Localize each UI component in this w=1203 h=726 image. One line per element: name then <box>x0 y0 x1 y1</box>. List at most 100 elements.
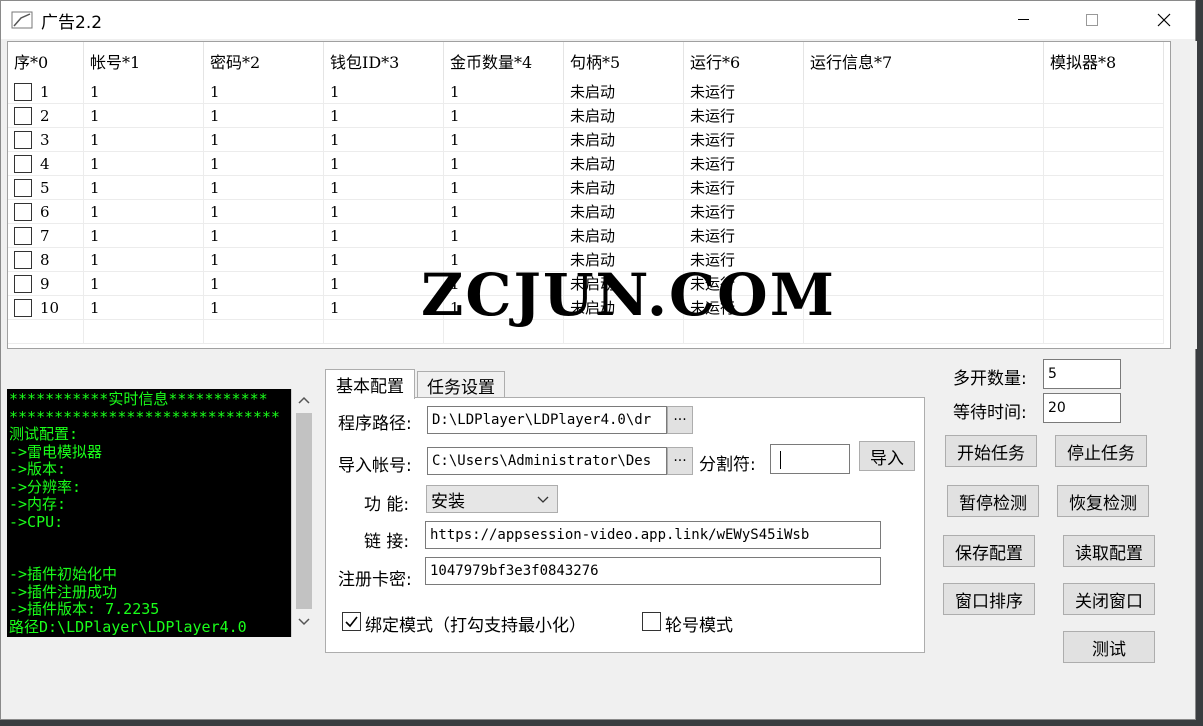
row-checkbox[interactable] <box>14 226 32 245</box>
row-checkbox[interactable] <box>14 106 32 125</box>
row-checkbox[interactable] <box>14 202 32 221</box>
save-config-button[interactable]: 保存配置 <box>943 535 1035 567</box>
table-row[interactable]: 5 1 1 1 1 未启动 未运行 <box>8 176 1164 200</box>
cell-no[interactable]: 5 <box>8 176 84 200</box>
program-path-field[interactable]: D:\LDPlayer\LDPlayer4.0\dr <box>427 406 667 434</box>
table-row[interactable]: 2 1 1 1 1 未启动 未运行 <box>8 104 1164 128</box>
row-checkbox[interactable] <box>14 130 32 149</box>
import-account-field[interactable]: C:\Users\Administrator\Des <box>427 447 667 475</box>
bind-mode-label[interactable]: 绑定模式（打勾支持最小化） <box>365 611 586 636</box>
log-scrollbar[interactable] <box>291 389 315 637</box>
table-row[interactable]: 3 1 1 1 1 未启动 未运行 <box>8 128 1164 152</box>
cell-no[interactable]: 9 <box>8 272 84 296</box>
column-header-coins[interactable]: 金币数量*4 <box>444 42 564 80</box>
cell-wallet-id: 1 <box>324 176 444 200</box>
scroll-down-icon[interactable] <box>297 617 311 627</box>
cell-no[interactable]: 6 <box>8 200 84 224</box>
import-account-browse-button[interactable]: ··· <box>667 447 693 475</box>
empty-cell <box>1044 320 1164 344</box>
cell-no-text: 10 <box>40 298 60 317</box>
load-config-button[interactable]: 读取配置 <box>1063 535 1155 567</box>
cell-no[interactable]: 7 <box>8 224 84 248</box>
column-header-account[interactable]: 帐号*1 <box>84 42 204 80</box>
link-field[interactable]: https://appsession-video.app.link/wEWyS4… <box>425 521 881 549</box>
cell-password-text: 1 <box>210 274 220 293</box>
cell-emulator <box>1044 128 1164 152</box>
minimize-button[interactable] <box>1001 1 1047 39</box>
cell-wallet-id-text: 1 <box>330 250 340 269</box>
cell-account-text: 1 <box>90 202 100 221</box>
column-header-run-info[interactable]: 运行信息*7 <box>804 42 1044 80</box>
cell-password-text: 1 <box>210 250 220 269</box>
cell-run-info <box>804 80 1044 104</box>
import-button[interactable]: 导入 <box>859 441 915 471</box>
multi-count-field[interactable]: 5 <box>1043 359 1121 389</box>
rotate-mode-checkbox[interactable] <box>642 612 661 631</box>
table-row[interactable]: 1 1 1 1 1 未启动 未运行 <box>8 80 1164 104</box>
cell-run: 未运行 <box>684 128 804 152</box>
sort-windows-button[interactable]: 窗口排序 <box>943 583 1035 615</box>
cell-wallet-id: 1 <box>324 224 444 248</box>
close-windows-button[interactable]: 关闭窗口 <box>1063 583 1155 615</box>
resume-check-button[interactable]: 恢复检测 <box>1057 485 1149 517</box>
cell-run-info <box>804 224 1044 248</box>
row-checkbox[interactable] <box>14 274 32 293</box>
function-label: 功 能: <box>364 495 410 515</box>
cell-account-text: 1 <box>90 106 100 125</box>
link-label: 链 接: <box>364 532 410 552</box>
cell-no-text: 2 <box>40 106 50 125</box>
row-checkbox[interactable] <box>14 298 32 317</box>
maximize-button[interactable] <box>1069 1 1115 39</box>
cell-password-text: 1 <box>210 202 220 221</box>
row-checkbox[interactable] <box>14 178 32 197</box>
cell-no[interactable]: 1 <box>8 80 84 104</box>
cell-coins-text: 1 <box>450 106 460 125</box>
scroll-up-icon[interactable] <box>297 395 311 405</box>
row-checkbox[interactable] <box>14 82 32 101</box>
cell-no[interactable]: 4 <box>8 152 84 176</box>
column-header-emulator[interactable]: 模拟器*8 <box>1044 42 1164 80</box>
pause-check-button[interactable]: 暂停检测 <box>947 485 1039 517</box>
cell-handle: 未启动 <box>564 104 684 128</box>
cell-wallet-id-text: 1 <box>330 274 340 293</box>
cell-run: 未运行 <box>684 80 804 104</box>
cell-no[interactable]: 10 <box>8 296 84 320</box>
cell-handle-text: 未启动 <box>570 179 616 197</box>
program-path-browse-button[interactable]: ··· <box>667 406 693 434</box>
table-row[interactable]: 4 1 1 1 1 未启动 未运行 <box>8 152 1164 176</box>
test-button[interactable]: 测试 <box>1063 631 1155 663</box>
row-checkbox[interactable] <box>14 250 32 269</box>
table-row[interactable]: 7 1 1 1 1 未启动 未运行 <box>8 224 1164 248</box>
wait-time-field[interactable]: 20 <box>1043 393 1121 423</box>
tab-task-settings[interactable]: 任务设置 <box>417 371 505 399</box>
cell-password-text: 1 <box>210 130 220 149</box>
cell-no[interactable]: 3 <box>8 128 84 152</box>
tab-basic-config[interactable]: 基本配置 <box>325 369 415 399</box>
cell-no[interactable]: 8 <box>8 248 84 272</box>
stop-task-button[interactable]: 停止任务 <box>1055 435 1147 467</box>
cell-account-text: 1 <box>90 178 100 197</box>
scroll-thumb[interactable] <box>296 413 312 609</box>
cell-handle-text: 未启动 <box>570 107 616 125</box>
cell-emulator <box>1044 80 1164 104</box>
cell-no[interactable]: 2 <box>8 104 84 128</box>
function-select[interactable]: 安装 <box>426 485 558 513</box>
column-header-no[interactable]: 序*0 <box>8 42 84 80</box>
rotate-mode-label[interactable]: 轮号模式 <box>665 611 733 636</box>
column-header-wallet-id[interactable]: 钱包ID*3 <box>324 42 444 80</box>
row-checkbox[interactable] <box>14 154 32 173</box>
table-row[interactable]: 6 1 1 1 1 未启动 未运行 <box>8 200 1164 224</box>
cell-wallet-id-text: 1 <box>330 202 340 221</box>
bind-mode-checkbox[interactable] <box>342 612 361 631</box>
start-task-button[interactable]: 开始任务 <box>945 435 1037 467</box>
column-header-password[interactable]: 密码*2 <box>204 42 324 80</box>
column-header-run[interactable]: 运行*6 <box>684 42 804 80</box>
cell-password: 1 <box>204 296 324 320</box>
reg-key-field[interactable]: 1047979bf3e3f0843276 <box>425 557 881 585</box>
column-header-handle[interactable]: 句柄*5 <box>564 42 684 80</box>
cell-run-info <box>804 272 1044 296</box>
cell-run-text: 未运行 <box>690 107 736 125</box>
cell-account: 1 <box>84 200 204 224</box>
close-button[interactable] <box>1141 1 1187 39</box>
separator-field[interactable] <box>770 444 850 474</box>
